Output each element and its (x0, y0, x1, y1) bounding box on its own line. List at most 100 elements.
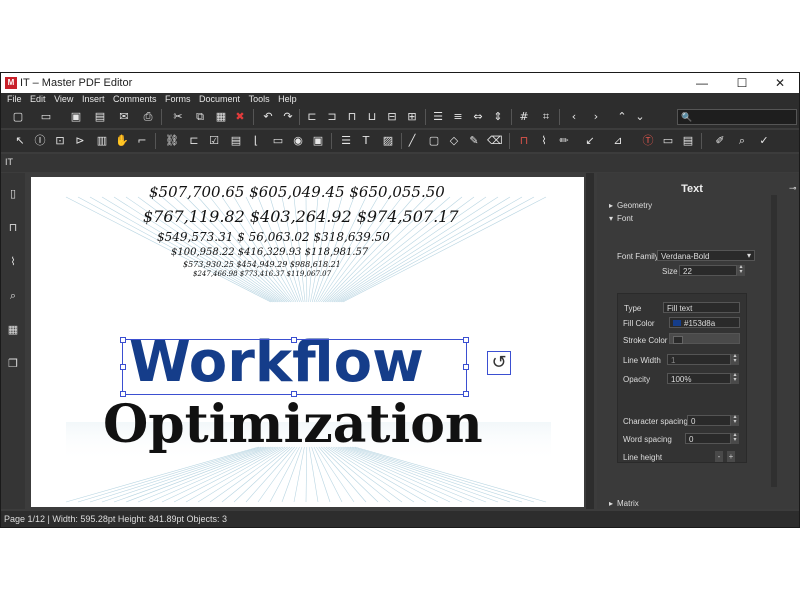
resize-handle[interactable] (120, 364, 126, 370)
close-button[interactable]: ✕ (763, 73, 797, 93)
align-top-icon[interactable]: ⊓ (345, 110, 359, 124)
delete-icon[interactable]: ✖ (233, 110, 247, 124)
edit-table-icon[interactable]: ▥ (95, 134, 109, 148)
tab-it[interactable]: IT (5, 157, 13, 167)
select-arrow-icon[interactable]: ↖ (13, 134, 27, 148)
print-icon[interactable]: ⎙ (141, 110, 155, 124)
same-width-icon[interactable]: ⇔ (471, 110, 485, 124)
panel-scrollbar[interactable] (771, 195, 777, 487)
distribute-h-icon[interactable]: ☰ (431, 110, 445, 124)
opacity-stepper[interactable]: ▴ ▾ (731, 372, 739, 384)
align-center-h-icon[interactable]: ⊟ (385, 110, 399, 124)
highlight-icon[interactable]: ✏ (557, 134, 571, 148)
open-folder-icon[interactable]: ▭ (39, 110, 53, 124)
eraser-icon[interactable]: ⌫ (487, 134, 503, 148)
snap-grid-icon[interactable]: ⌗ (539, 110, 553, 124)
combobox-icon[interactable]: ▭ (271, 134, 285, 148)
line-width-field[interactable]: 1 (667, 354, 731, 365)
expand-arrow-icon[interactable]: ▸ (609, 201, 613, 210)
edit-forms-icon[interactable]: ⊳ (73, 134, 87, 148)
note-icon[interactable]: ▤ (681, 134, 695, 148)
line-height-increase-button[interactable]: + (727, 451, 735, 462)
text-field-icon[interactable]: ⊏ (187, 134, 201, 148)
bookmarks-icon[interactable]: ⊓ (6, 221, 20, 235)
text-select-icon[interactable]: Ⓘ (33, 134, 47, 148)
new-document-icon[interactable]: ▢ (11, 110, 25, 124)
zoom-icon[interactable]: ⌕ (735, 134, 749, 148)
type-select[interactable]: Fill text (663, 302, 740, 313)
distribute-v-icon[interactable]: ≡ (451, 110, 465, 124)
align-left-icon[interactable]: ⊏ (305, 110, 319, 124)
paste-icon[interactable]: ▦ (214, 110, 228, 124)
section-matrix[interactable]: Matrix (617, 499, 639, 508)
maximize-button[interactable]: ☐ (725, 73, 759, 93)
undo-icon[interactable]: ↶ (261, 110, 275, 124)
size-field[interactable]: 22 (679, 265, 737, 276)
menu-forms[interactable]: Forms (165, 93, 191, 106)
align-center-v-icon[interactable]: ⊞ (405, 110, 419, 124)
link-icon[interactable]: ⛓ (165, 134, 179, 148)
character-spacing-stepper[interactable]: ▴ ▾ (731, 414, 739, 426)
save-as-icon[interactable]: ▤ (93, 110, 107, 124)
section-font[interactable]: Font (617, 214, 633, 223)
edit-object-icon[interactable]: ⊡ (53, 134, 67, 148)
prev-page-icon[interactable]: ‹ (567, 110, 581, 124)
size-stepper[interactable]: ▴ ▾ (737, 264, 745, 276)
shape-tool-icon[interactable]: ◇ (447, 134, 461, 148)
insert-image-icon[interactable]: ▨ (381, 134, 395, 148)
menu-comments[interactable]: Comments (113, 93, 157, 106)
menu-view[interactable]: View (54, 93, 73, 106)
headline-optimization[interactable]: Optimization (103, 395, 483, 455)
first-page-icon[interactable]: ⌃ (615, 110, 629, 124)
signature-field-icon[interactable]: ⌊ (249, 134, 263, 148)
checkbox-field-icon[interactable]: ☑ (207, 134, 221, 148)
marker-icon[interactable]: ✐ (713, 134, 727, 148)
character-spacing-field[interactable]: 0 (687, 415, 731, 426)
search-panel-icon[interactable]: ⌕ (6, 289, 20, 303)
document-page[interactable]: $507,700.65 $605,049.45 $650,055.50 $767… (31, 177, 584, 507)
align-right-icon[interactable]: ⊐ (325, 110, 339, 124)
rotate-handle-icon[interactable]: ↺ (487, 351, 511, 375)
menu-document[interactable]: Document (199, 93, 240, 106)
word-spacing-field[interactable]: 0 (685, 433, 731, 444)
radio-button-icon[interactable]: ◉ (291, 134, 305, 148)
selection-box[interactable] (122, 339, 467, 395)
opacity-field[interactable]: 100% (667, 373, 731, 384)
menu-edit[interactable]: Edit (30, 93, 46, 106)
last-page-icon[interactable]: ⌄ (633, 110, 647, 124)
expand-arrow-icon[interactable]: ▾ (609, 214, 613, 223)
expand-arrow-icon[interactable]: ▸ (609, 499, 613, 508)
arrow-annotation-icon[interactable]: ↙ (583, 134, 597, 148)
resize-handle[interactable] (463, 364, 469, 370)
menu-insert[interactable]: Insert (82, 93, 105, 106)
insert-text-icon[interactable]: T (359, 134, 373, 148)
minimize-button[interactable]: — (685, 73, 719, 93)
menu-tools[interactable]: Tools (249, 93, 270, 106)
resize-handle[interactable] (463, 337, 469, 343)
line-height-decrease-button[interactable]: - (715, 451, 723, 462)
copy-icon[interactable]: ⧉ (193, 110, 207, 124)
polyline-icon[interactable]: ⊿ (611, 134, 625, 148)
line-width-stepper[interactable]: ▴ ▾ (731, 353, 739, 365)
listbox-icon[interactable]: ▤ (229, 134, 243, 148)
rectangle-tool-icon[interactable]: ▢ (427, 134, 441, 148)
attachments-icon[interactable]: ⌇ (6, 255, 20, 269)
thumbnails-icon[interactable]: ❐ (6, 357, 20, 371)
resize-handle[interactable] (291, 337, 297, 343)
save-icon[interactable]: ▣ (69, 110, 83, 124)
pages-icon[interactable]: ▯ (6, 187, 20, 201)
menu-file[interactable]: File (7, 93, 22, 106)
crop-icon[interactable]: ⌐ (135, 134, 149, 148)
typewriter-icon[interactable]: Ⓣ (641, 134, 655, 148)
hand-tool-icon[interactable]: ✋ (115, 134, 129, 148)
next-page-icon[interactable]: › (589, 110, 603, 124)
email-icon[interactable]: ✉ (117, 110, 131, 124)
panel-options-icon[interactable]: ⊸ (789, 183, 797, 194)
button-field-icon[interactable]: ▣ (311, 134, 325, 148)
word-spacing-stepper[interactable]: ▴ ▾ (731, 432, 739, 444)
check-icon[interactable]: ✓ (757, 134, 771, 148)
stroke-color-select[interactable] (669, 333, 740, 344)
vertical-scrollbar[interactable] (586, 173, 594, 509)
attach-icon[interactable]: ⌇ (537, 134, 551, 148)
insert-list-icon[interactable]: ☰ (339, 134, 353, 148)
